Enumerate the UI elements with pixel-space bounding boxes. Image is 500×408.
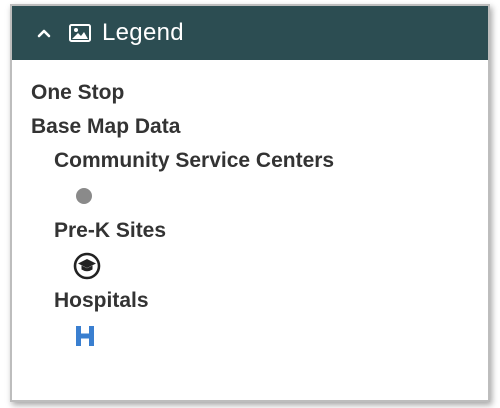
sublayer-pre-k-sites: Pre-K Sites: [54, 219, 167, 242]
layer-base-map-data[interactable]: Base Map Data: [31, 110, 488, 144]
hospital-h-icon: [73, 318, 488, 354]
gray-circle-icon: [73, 178, 488, 214]
image-icon: [68, 21, 92, 45]
legend-content: One Stop Base Map Data Community Service…: [12, 60, 488, 354]
legend-header[interactable]: Legend: [12, 6, 488, 60]
sublayer-community-service-centers: Community Service Centers: [54, 149, 335, 172]
layer-one-stop[interactable]: One Stop: [31, 76, 488, 110]
graduation-cap-icon: [73, 248, 488, 284]
sublayer-hospitals: Hospitals: [54, 289, 149, 312]
chevron-up-icon[interactable]: [34, 23, 54, 43]
legend-panel: Legend One Stop Base Map Data Community …: [10, 4, 490, 402]
legend-title: Legend: [102, 19, 184, 46]
